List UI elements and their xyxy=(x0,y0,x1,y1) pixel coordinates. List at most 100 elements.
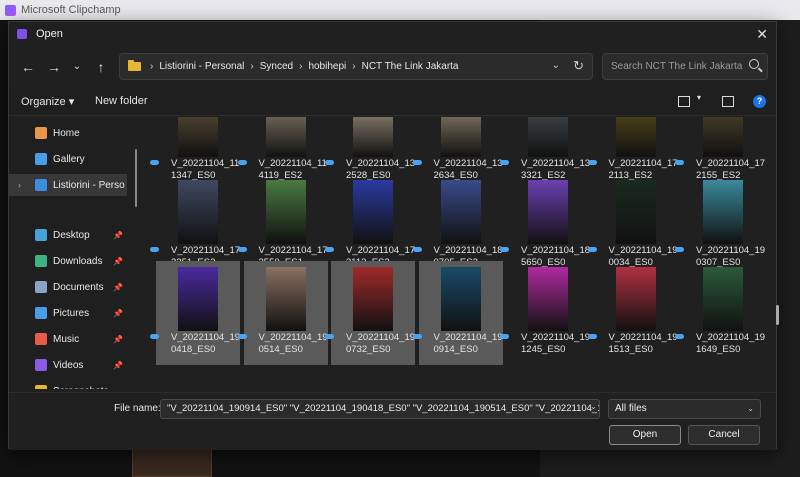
cloud-sync-icon xyxy=(675,334,684,339)
file-tile[interactable]: V_20221104_19 1649_ES0 xyxy=(675,261,766,365)
organize-button[interactable]: Organize ▾ xyxy=(21,95,74,108)
open-button[interactable]: Open xyxy=(609,425,681,445)
breadcrumb-separator: › xyxy=(299,61,303,72)
file-name-dropdown-icon[interactable]: ⌄ xyxy=(590,402,597,411)
help-icon[interactable]: ? xyxy=(753,95,766,108)
open-dialog: Open ✕ ← → ⌄ ↑ › Listiorini - Personal ›… xyxy=(8,21,779,450)
downloads-icon xyxy=(35,255,47,267)
file-name-line: V_20221104_17 xyxy=(258,245,328,256)
breadcrumb-nct-the-link-jakarta[interactable]: NCT The Link Jakarta xyxy=(362,61,459,72)
file-name-label: File name: xyxy=(114,403,161,414)
video-thumbnail xyxy=(703,117,743,157)
file-name-caption: V_20221104_19 0732_ES0 xyxy=(325,332,416,356)
video-thumbnail xyxy=(528,180,568,244)
breadcrumb-separator: › xyxy=(150,61,154,72)
dialog-titlebar: Open ✕ xyxy=(9,22,776,46)
view-dropdown-icon[interactable]: ▾ xyxy=(697,93,701,102)
forward-arrow-icon[interactable]: → xyxy=(45,58,63,76)
file-name-input[interactable]: "V_20221104_190914_ES0" "V_20221104_1904… xyxy=(160,399,600,419)
file-tile[interactable]: V_20221104_19 0514_ES0 xyxy=(237,261,328,365)
toolbar: Organize ▾ New folder ▾ ? xyxy=(9,88,776,116)
refresh-icon[interactable]: ↻ xyxy=(573,58,584,74)
clipchamp-logo-icon xyxy=(5,4,16,16)
back-arrow-icon[interactable]: ← xyxy=(19,58,37,76)
cloud-sync-icon xyxy=(237,160,247,165)
pin-icon: 📌 xyxy=(113,308,123,318)
file-tile[interactable]: V_20221104_19 1513_ES0 xyxy=(587,261,678,365)
cloud-sync-icon xyxy=(500,160,509,165)
video-thumbnail xyxy=(528,267,568,331)
cloud-sync-icon xyxy=(587,247,597,252)
grid-scrollbar[interactable] xyxy=(776,305,779,325)
search-placeholder: Search NCT The Link Jakarta xyxy=(611,61,743,72)
search-icon[interactable] xyxy=(749,59,759,69)
file-name-line: V_20221104_17 xyxy=(696,158,766,169)
file-name-line: 0914_ES0 xyxy=(433,344,478,355)
video-thumbnail xyxy=(178,267,218,331)
file-name-caption: V_20221104_19 1245_ES0 xyxy=(500,332,591,356)
recent-locations-chevron-icon[interactable]: ⌄ xyxy=(68,58,86,76)
file-name-caption: V_20221104_19 0514_ES0 xyxy=(237,332,328,356)
video-thumbnail xyxy=(265,180,306,244)
cancel-button[interactable]: Cancel xyxy=(688,425,760,445)
nav-item[interactable]: Gallery xyxy=(9,148,127,170)
nav-item-label: Screenshots xyxy=(53,386,109,390)
nav-item-label: Desktop xyxy=(53,229,90,241)
file-name-line: V_20221104_19 xyxy=(346,332,416,343)
cloud-sync-icon xyxy=(237,334,247,339)
file-name-caption: V_20221104_19 0914_ES0 xyxy=(412,332,503,356)
nav-item[interactable]: Videos 📌 xyxy=(9,354,127,376)
desktop-icon xyxy=(35,229,47,241)
nav-item-label: Listiorini - Perso xyxy=(53,179,125,191)
video-thumbnail xyxy=(440,180,481,244)
pin-icon: 📌 xyxy=(113,256,123,266)
file-name-line: V_20221104_19 xyxy=(696,332,766,343)
nav-item[interactable]: Desktop 📌 xyxy=(9,224,127,246)
address-dropdown-icon[interactable]: ⌄ xyxy=(552,60,560,71)
nav-item[interactable]: Screenshots xyxy=(9,380,127,389)
file-name-line: V_20221104_19 xyxy=(521,332,591,343)
nav-item[interactable]: Downloads 📌 xyxy=(9,250,127,272)
file-type-select[interactable]: All files ⌄ xyxy=(608,399,761,419)
view-options-icon[interactable] xyxy=(678,96,690,107)
file-name-line: V_20221104_11 xyxy=(258,158,327,169)
breadcrumb-hobihepi[interactable]: hobihepi xyxy=(308,61,346,72)
nav-item[interactable]: Documents 📌 xyxy=(9,276,127,298)
file-name-line: V_20221104_17 xyxy=(346,245,416,256)
chevron-right-icon[interactable]: › xyxy=(18,180,21,190)
gallery-icon xyxy=(35,153,47,165)
nav-item-label: Documents xyxy=(53,281,104,293)
video-thumbnail xyxy=(178,180,218,244)
app-title: Microsoft Clipchamp xyxy=(21,4,121,16)
address-bar[interactable]: › Listiorini - Personal › Synced › hobih… xyxy=(119,53,593,80)
file-tile[interactable]: V_20221104_19 0914_ES0 xyxy=(412,261,503,365)
file-name-line: V_20221104_13 xyxy=(346,158,416,169)
breadcrumb-synced[interactable]: Synced xyxy=(260,61,293,72)
breadcrumb-listiorini[interactable]: Listiorini - Personal xyxy=(159,61,244,72)
documents-icon xyxy=(35,281,47,293)
nav-item[interactable]: Music 📌 xyxy=(9,328,127,350)
nav-scrollbar[interactable] xyxy=(135,149,137,207)
cloud-sync-icon xyxy=(675,247,684,252)
search-input[interactable]: Search NCT The Link Jakarta xyxy=(602,53,768,80)
new-folder-button[interactable]: New folder xyxy=(95,95,148,107)
app-media-thumbnail xyxy=(132,447,212,477)
file-name-line: V_20221104_17 xyxy=(171,245,241,256)
cloud-sync-icon xyxy=(412,334,422,339)
nav-item[interactable]: › Listiorini - Perso xyxy=(9,174,127,196)
videos-icon xyxy=(35,359,47,371)
file-name-line: V_20221104_11 xyxy=(171,158,240,169)
preview-pane-icon[interactable] xyxy=(722,96,734,107)
music-icon xyxy=(35,333,47,345)
file-tile[interactable]: V_20221104_19 0732_ES0 xyxy=(325,261,416,365)
file-tile[interactable]: V_20221104_19 1245_ES0 xyxy=(500,261,591,365)
file-name-line: V_20221104_13 xyxy=(521,158,591,169)
close-icon[interactable]: ✕ xyxy=(756,26,768,43)
nav-item[interactable]: Pictures 📌 xyxy=(9,302,127,324)
file-tile[interactable]: V_20221104_19 0418_ES0 xyxy=(150,261,240,365)
nav-item[interactable]: Home xyxy=(9,122,127,144)
cloud-sync-icon xyxy=(675,160,684,165)
cloud-sync-icon xyxy=(325,160,334,165)
file-name-line: V_20221104_19 xyxy=(608,332,678,343)
up-arrow-icon[interactable]: ↑ xyxy=(92,58,110,76)
